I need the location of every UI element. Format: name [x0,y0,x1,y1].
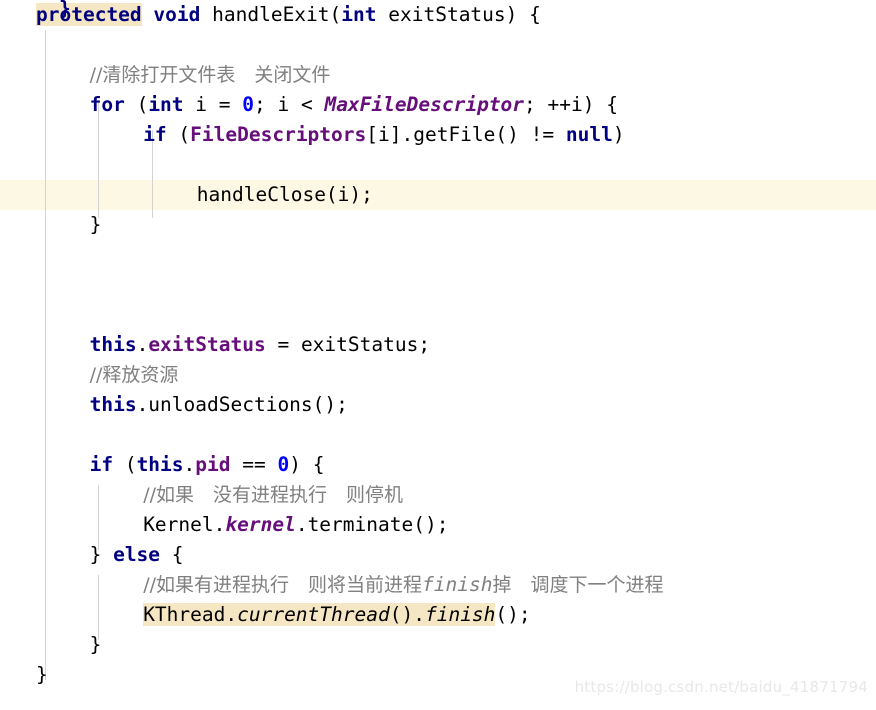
code-token: currentThread [237,603,390,626]
code-token: (); [495,603,531,626]
code-token: 0 [242,93,254,116]
code-line[interactable]: handleClose(i); [0,180,876,210]
code-token: .terminate(); [295,513,449,536]
code-token: this [89,333,137,356]
code-token: handleClose(i); [196,183,373,206]
code-line[interactable]: //如果有进程执行 则将当前进程finish掉 调度下一个进程 [0,570,876,600]
code-token: MaxFileDescriptor [324,93,525,116]
code-token: null [565,123,613,146]
code-token: if [89,453,114,476]
code-token: (). [389,603,425,626]
code-line[interactable] [0,150,876,180]
code-token: .unloadSections(); [136,393,348,416]
code-line[interactable]: } [0,210,876,240]
code-line[interactable] [0,420,876,450]
code-token: kernel [225,513,296,536]
code-line[interactable]: } [0,630,876,660]
code-token: ; i < [254,93,325,116]
code-token: } [89,213,102,236]
code-token: int [148,93,184,116]
code-line[interactable] [0,300,876,330]
code-token: for [89,93,125,116]
code-token: this [136,453,184,476]
code-token: ) { [289,453,325,476]
code-line[interactable]: protected void handleExit(int exitStatus… [0,0,876,30]
code-line[interactable]: //如果 没有进程执行 则停机 [0,480,876,510]
code-line[interactable]: //释放资源 [0,360,876,390]
code-token: int [341,3,377,26]
code-line[interactable]: Kernel.kernel.terminate(); [0,510,876,540]
code-token: i = [183,93,243,116]
code-token: KThread. [143,603,238,626]
code-token: pid [195,453,231,476]
code-token: . [183,453,196,476]
code-line[interactable]: if (FileDescriptors[i].getFile() != null… [0,120,876,150]
code-token: else [113,543,161,566]
code-token: exitStatus [148,333,266,356]
code-token: //如果有进程执行 则将当前进程 [143,574,422,596]
code-token: finish [422,573,493,596]
code-token: ) [612,123,625,146]
code-token: if [143,123,167,146]
code-token: Kernel. [143,513,226,536]
code-token: == [230,453,278,476]
code-line[interactable]: //清除打开文件表 关闭文件 [0,60,876,90]
code-token: ( [113,453,137,476]
code-line[interactable]: this.unloadSections(); [0,390,876,420]
code-token: void [153,3,201,26]
code-line[interactable]: KThread.currentThread().finish(); [0,600,876,630]
code-token: ( [166,123,191,146]
code-token: //释放资源 [89,364,179,386]
code-editor-pane[interactable]: } protected void handleExit(int exitStat… [0,0,876,710]
code-token: handleExit( [200,3,342,26]
code-line[interactable]: this.exitStatus = exitStatus; [0,330,876,360]
code-token: { [160,543,184,566]
code-token: 0 [277,453,290,476]
code-line[interactable] [0,240,876,270]
code-token: //如果 没有进程执行 则停机 [143,484,403,506]
code-token: = exitStatus; [265,333,431,356]
code-line[interactable]: } else { [0,540,876,570]
code-token: ( [124,93,149,116]
code-token: //清除打开文件表 关闭文件 [89,64,331,86]
code-token: 掉 调度下一个进程 [492,574,664,596]
code-token: } [89,633,102,656]
code-token: exitStatus) { [376,3,541,26]
code-line[interactable] [0,270,876,300]
code-token: ; ++i) { [524,93,618,116]
code-line[interactable] [0,30,876,60]
code-token: FileDescriptors [190,123,367,146]
code-token: . [136,333,149,356]
code-token: } [89,543,114,566]
code-token: this [89,393,137,416]
code-token: protected [36,3,142,26]
code-token: finish [424,603,496,626]
code-line[interactable]: for (int i = 0; i < MaxFileDescriptor; +… [0,90,876,120]
clipped-glyph-remnant: } [59,0,71,20]
watermark-text: https://blog.csdn.net/baidu_41871794 [574,678,868,696]
code-line[interactable]: if (this.pid == 0) { [0,450,876,480]
code-token: } [36,663,48,686]
code-token: [i].getFile() != [366,123,566,146]
